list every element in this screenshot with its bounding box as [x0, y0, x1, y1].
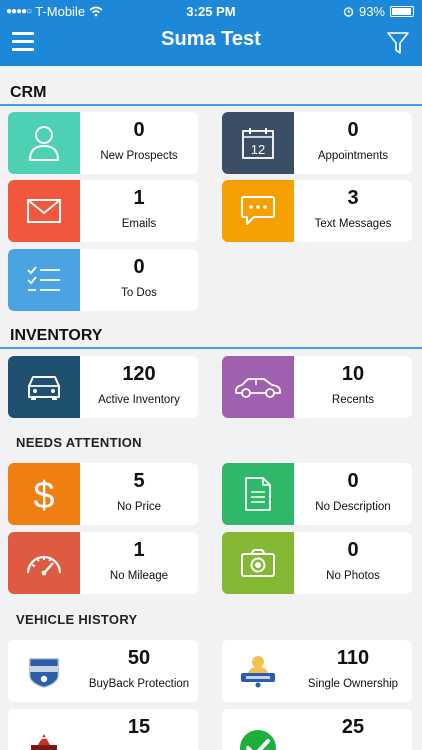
- card-count: 110: [336, 647, 370, 669]
- card-label: Text Messages: [314, 218, 392, 230]
- status-bar: ●●●●○ T-Mobile 3:25 PM 93%: [0, 0, 422, 22]
- svg-text:$: $: [33, 475, 54, 514]
- card-label: Emails: [121, 218, 157, 230]
- card-label: BuyBack Protection: [88, 678, 190, 690]
- card-label: No Mileage: [109, 570, 169, 582]
- card-count: 1: [133, 187, 145, 209]
- section-divider: [0, 104, 422, 106]
- card-active-inventory[interactable]: 120 Active Inventory: [8, 356, 198, 418]
- filter-icon[interactable]: [386, 30, 410, 56]
- card-count: 3: [347, 187, 359, 209]
- car-side-icon: [222, 356, 294, 418]
- card-label: To Dos: [121, 287, 157, 299]
- section-title-inventory: INVENTORY: [10, 327, 103, 344]
- card-vehicle-history-check[interactable]: 25: [222, 709, 412, 750]
- battery-icon: [390, 6, 414, 17]
- card-count: 5: [133, 470, 145, 492]
- buyback-badge-icon: [8, 640, 80, 702]
- chat-icon: [222, 180, 294, 242]
- section-title-vehicle-history: VEHICLE HISTORY: [16, 612, 138, 627]
- card-count: 120: [122, 363, 156, 385]
- card-count: 0: [347, 539, 359, 561]
- calendar-day: 12: [251, 142, 265, 157]
- card-no-photos[interactable]: 0 No Photos: [222, 532, 412, 594]
- envelope-icon: [8, 180, 80, 242]
- car-front-icon: [8, 356, 80, 418]
- calendar-icon: 12: [222, 112, 294, 174]
- owner-badge-icon: [222, 640, 294, 702]
- card-text-messages[interactable]: 3 Text Messages: [222, 180, 412, 242]
- card-label: Active Inventory: [98, 394, 180, 406]
- card-single-ownership[interactable]: 110 Single Ownership: [222, 640, 412, 702]
- person-icon: [8, 112, 80, 174]
- document-icon: [222, 463, 294, 525]
- camera-icon: [222, 532, 294, 594]
- speedometer-icon: [8, 532, 80, 594]
- card-label: No Price: [116, 501, 162, 513]
- nav-bar: Suma Test: [0, 22, 422, 66]
- card-emails[interactable]: 1 Emails: [8, 180, 198, 242]
- card-label: Appointments: [317, 150, 389, 162]
- card-to-dos[interactable]: 0 To Dos: [8, 249, 198, 311]
- card-count: 15: [127, 716, 151, 738]
- check-circle-icon: [222, 709, 294, 750]
- card-label: No Photos: [326, 570, 380, 582]
- card-count: 0: [133, 119, 145, 141]
- card-count: 10: [341, 363, 365, 385]
- card-recents[interactable]: 10 Recents: [222, 356, 412, 418]
- battery-percent: 93%: [358, 4, 385, 19]
- section-divider: [0, 347, 422, 349]
- card-new-prospects[interactable]: 0 New Prospects: [8, 112, 198, 174]
- section-title-crm: CRM: [10, 84, 47, 101]
- section-title-needs-attention: NEEDS ATTENTION: [16, 435, 142, 450]
- card-label: New Prospects: [100, 150, 178, 162]
- card-label: Recents: [331, 394, 375, 406]
- card-count: 25: [341, 716, 365, 738]
- alarm-icon: [343, 7, 354, 17]
- card-buyback-protection[interactable]: 50 BuyBack Protection: [8, 640, 198, 702]
- page-title: Suma Test: [161, 28, 261, 50]
- card-count: 0: [133, 256, 145, 278]
- card-no-price[interactable]: $ 5 No Price: [8, 463, 198, 525]
- card-no-mileage[interactable]: 1 No Mileage: [8, 532, 198, 594]
- card-count: 0: [347, 119, 359, 141]
- card-label: No Description: [315, 501, 391, 513]
- card-label: Single Ownership: [307, 678, 399, 690]
- card-appointments[interactable]: 12 0 Appointments: [222, 112, 412, 174]
- checklist-icon: [8, 249, 80, 311]
- card-count: 50: [127, 647, 151, 669]
- card-count: 0: [347, 470, 359, 492]
- accident-badge-icon: [8, 709, 80, 750]
- card-accident-history[interactable]: 15: [8, 709, 198, 750]
- card-no-description[interactable]: 0 No Description: [222, 463, 412, 525]
- card-count: 1: [133, 539, 145, 561]
- dollar-icon: $: [8, 463, 80, 525]
